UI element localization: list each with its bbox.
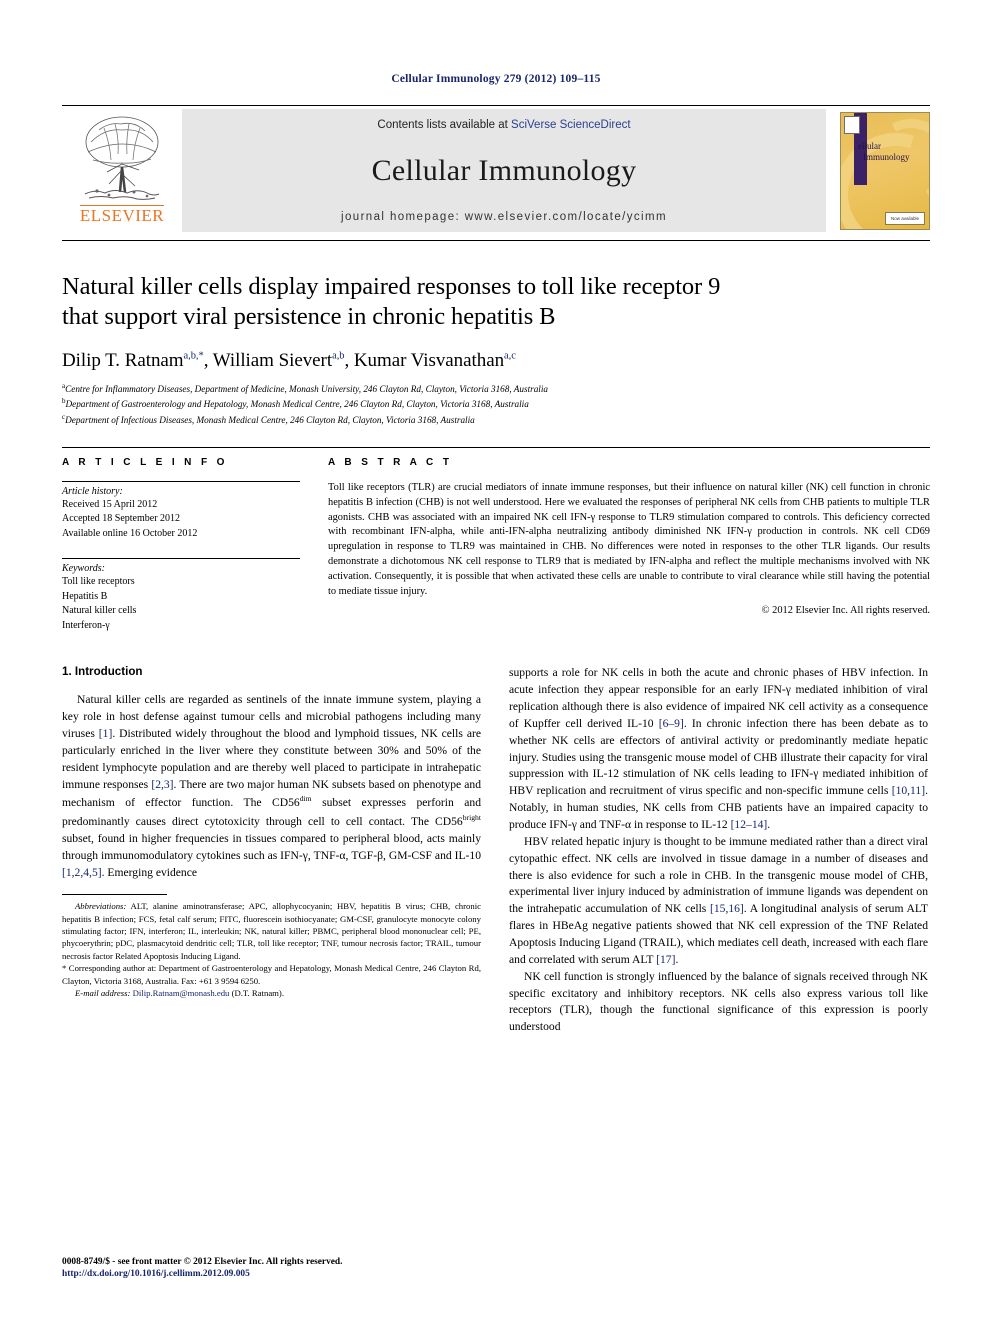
author-marks: a,b <box>332 350 345 362</box>
citation-ref[interactable]: [6–9] <box>659 717 684 730</box>
affiliation-text: Department of Gastroenterology and Hepat… <box>65 399 529 410</box>
abbreviations-label: Abbreviations: <box>75 901 127 912</box>
abstract-column: A B S T R A C T Toll like receptors (TLR… <box>328 457 930 634</box>
issn-copyright-line: 0008-8749/$ - see front matter © 2012 El… <box>62 1256 343 1267</box>
paragraph-text: . <box>767 818 771 831</box>
body-columns: 1. Introduction Natural killer cells are… <box>62 665 930 1036</box>
article-history-item: Received 15 April 2012 <box>62 498 158 510</box>
article-page: Cellular Immunology 279 (2012) 109–115 E… <box>0 0 992 1323</box>
keywords-label: Keywords: <box>62 563 105 575</box>
superscript-bright: bright <box>462 813 481 823</box>
journal-title: Cellular Immunology <box>371 154 637 187</box>
affiliation-list: aCentre for Inflammatory Diseases, Depar… <box>62 381 930 428</box>
article-history-item: Available online 16 October 2012 <box>62 527 198 539</box>
running-head: Cellular Immunology 279 (2012) 109–115 <box>391 73 601 85</box>
elsevier-tree-icon <box>84 116 160 200</box>
author-marks: a,c <box>504 350 516 362</box>
affiliation-item: aCentre for Inflammatory Diseases, Depar… <box>62 381 930 397</box>
keyword-item: Hepatitis B <box>62 590 108 602</box>
email-link[interactable]: Dilip.Ratnam@monash.edu <box>133 988 230 998</box>
body-right-column: supports a role for NK cells in both the… <box>509 665 928 1036</box>
paragraph-text: subset, found in higher frequencies in t… <box>62 831 481 862</box>
paragraph: NK cell function is strongly influenced … <box>509 969 928 1034</box>
doi-link[interactable]: http://dx.doi.org/10.1016/j.cellimm.2012… <box>62 1268 482 1281</box>
citation-ref[interactable]: [17] <box>656 953 675 966</box>
elsevier-wordmark: ELSEVIER <box>79 205 165 225</box>
citation-ref[interactable]: [15,16] <box>710 902 744 915</box>
email-label: E-mail address: <box>75 987 131 998</box>
cover-elsevier-mark-icon <box>844 116 860 134</box>
author-list: Dilip T. Ratnama,b,*, William Sieverta,b… <box>62 349 516 371</box>
article-info-heading: A R T I C L E I N F O <box>62 456 228 468</box>
title-line-2: that support viral persistence in chroni… <box>62 303 556 331</box>
email-footnote: E-mail address: Dilip.Ratnam@monash.edu … <box>62 987 481 999</box>
footnote-block: Abbreviations: ALT, alanine aminotransfe… <box>62 900 481 999</box>
affiliation-item: cDepartment of Infectious Diseases, Mona… <box>62 412 930 428</box>
keyword-item: Interferon-γ <box>62 619 110 631</box>
keywords-block: Keywords: Toll like receptors Hepatitis … <box>62 558 300 633</box>
article-history-label: Article history: <box>62 485 123 497</box>
author-name: William Sievert <box>212 349 333 371</box>
abstract-copyright: © 2012 Elsevier Inc. All rights reserved… <box>761 604 930 616</box>
section-title-introduction: 1. Introduction <box>62 665 143 679</box>
elsevier-logo: ELSEVIER <box>62 106 182 236</box>
author-marks: a,b,* <box>183 350 204 362</box>
paragraph: HBV related hepatic injury is thought to… <box>509 834 928 969</box>
article-info-column: A R T I C L E I N F O Article history: R… <box>62 457 300 634</box>
page-footer: 0008-8749/$ - see front matter © 2012 El… <box>62 1256 482 1281</box>
abbreviations-footnote: Abbreviations: ALT, alanine aminotransfe… <box>62 900 481 962</box>
masthead-center-panel: Contents lists available at SciVerse Sci… <box>182 109 826 232</box>
corresponding-author-footnote: * Corresponding author at: Department of… <box>62 963 481 986</box>
contents-available-line: Contents lists available at SciVerse Sci… <box>377 119 630 131</box>
article-history-item: Accepted 18 September 2012 <box>62 513 181 525</box>
masthead-bottom-rule <box>62 240 930 241</box>
cover-title-line1: ellular <box>858 141 881 151</box>
journal-cover-thumbnail: ellular Immunology Now available <box>840 112 930 230</box>
paragraph: Natural killer cells are regarded as sen… <box>62 692 481 881</box>
affiliation-item: bDepartment of Gastroenterology and Hepa… <box>62 396 930 412</box>
cover-title-text: ellular Immunology <box>851 141 910 164</box>
page-title: Natural killer cells display impaired re… <box>62 272 930 333</box>
email-suffix: (D.T. Ratnam). <box>229 987 284 998</box>
keyword-item: Natural killer cells <box>62 605 137 617</box>
paragraph: supports a role for NK cells in both the… <box>509 665 928 834</box>
abstract-text: Toll like receptors (TLR) are crucial me… <box>328 481 930 597</box>
author-name: Kumar Visvanathan <box>353 349 505 371</box>
sciencedirect-link[interactable]: SciVerse ScienceDirect <box>511 119 631 131</box>
divider <box>62 558 300 560</box>
citation-ref[interactable]: [1,2,4,5] <box>62 866 102 879</box>
affiliation-text: Centre for Inflammatory Diseases, Depart… <box>65 383 548 394</box>
superscript-dim: dim <box>299 794 312 804</box>
info-abstract-row: A R T I C L E I N F O Article history: R… <box>62 446 930 634</box>
title-line-1: Natural killer cells display impaired re… <box>62 273 721 300</box>
paragraph-text: . Emerging evidence <box>101 865 198 879</box>
cover-title-line2: Immunology <box>863 152 910 163</box>
author-name: Dilip T. Ratnam <box>62 349 184 371</box>
abstract-heading: A B S T R A C T <box>328 456 453 468</box>
citation-ref[interactable]: [10,11] <box>892 784 925 797</box>
cover-footer-badge: Now available <box>885 212 925 225</box>
citation-ref[interactable]: [1] <box>99 727 113 740</box>
citation-ref[interactable]: [2,3] <box>151 778 173 791</box>
journal-masthead: ELSEVIER Contents lists available at Sci… <box>62 105 930 236</box>
paragraph-text: . <box>675 952 679 966</box>
contents-prefix: Contents lists available at <box>377 119 512 131</box>
citation-ref[interactable]: [12–14] <box>731 818 768 831</box>
journal-homepage-link[interactable]: journal homepage: www.elsevier.com/locat… <box>341 211 667 223</box>
keyword-item: Toll like receptors <box>62 576 135 588</box>
affiliation-text: Department of Infectious Diseases, Monas… <box>65 415 475 426</box>
footnote-divider <box>62 894 167 896</box>
divider <box>62 480 300 482</box>
body-left-column: 1. Introduction Natural killer cells are… <box>62 665 481 1036</box>
